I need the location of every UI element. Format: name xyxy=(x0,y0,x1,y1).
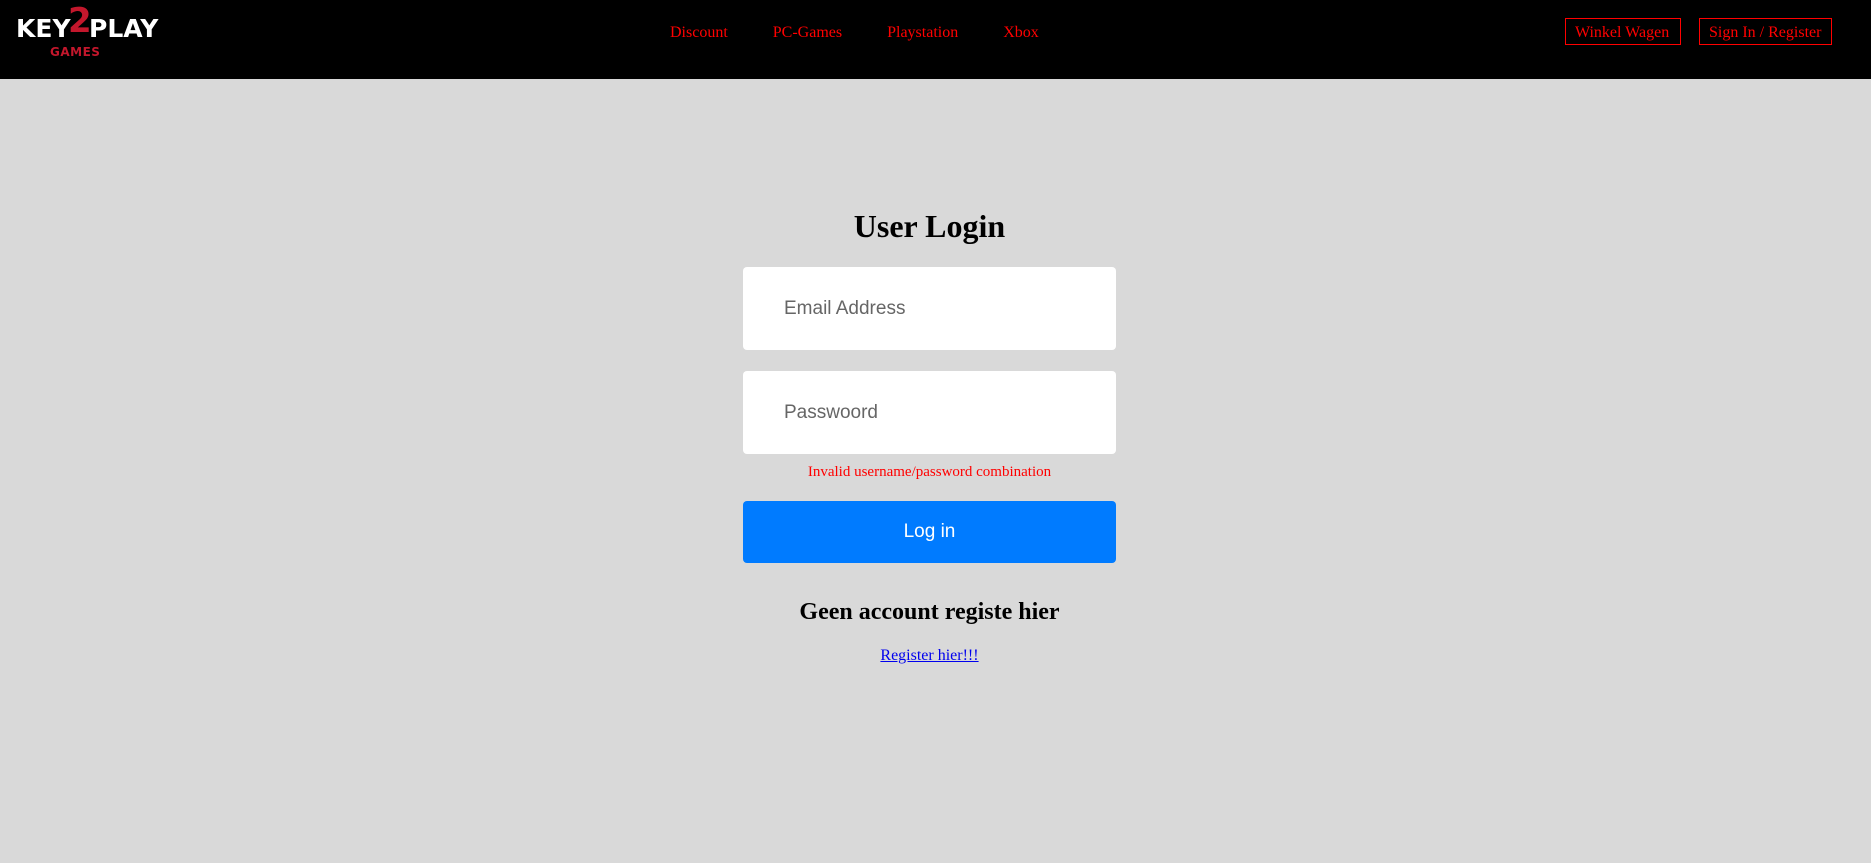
nav-link-discount[interactable]: Discount xyxy=(670,24,728,42)
login-button[interactable]: Log in xyxy=(743,501,1116,563)
register-link-container: Register hier!!! xyxy=(0,647,1859,665)
no-account-heading: Geen account registe hier xyxy=(799,599,1060,625)
sign-in-register-button[interactable]: Sign In / Register xyxy=(1699,18,1832,45)
shopping-cart-button[interactable]: Winkel Wagen xyxy=(1565,18,1681,45)
navbar: KEY 2 PLAY GAMES Discount PC-Games Plays… xyxy=(0,0,1871,79)
login-error-message: Invalid username/password combination xyxy=(807,464,1052,480)
nav-link-playstation[interactable]: Playstation xyxy=(887,24,958,42)
page-title: User Login xyxy=(853,208,1006,244)
logo-play-text: PLAY xyxy=(89,14,159,43)
nav-link-xbox[interactable]: Xbox xyxy=(1003,24,1039,42)
logo-key-text: KEY xyxy=(16,14,71,43)
password-field[interactable] xyxy=(743,371,1116,454)
logo-games-text: GAMES xyxy=(50,45,101,59)
register-link[interactable]: Register hier!!! xyxy=(880,647,978,664)
nav-link-pc-games[interactable]: PC-Games xyxy=(773,24,842,42)
main-nav: Discount PC-Games Playstation Xbox xyxy=(670,24,1084,42)
email-field[interactable] xyxy=(743,267,1116,350)
site-logo[interactable]: KEY 2 PLAY GAMES xyxy=(16,4,161,58)
